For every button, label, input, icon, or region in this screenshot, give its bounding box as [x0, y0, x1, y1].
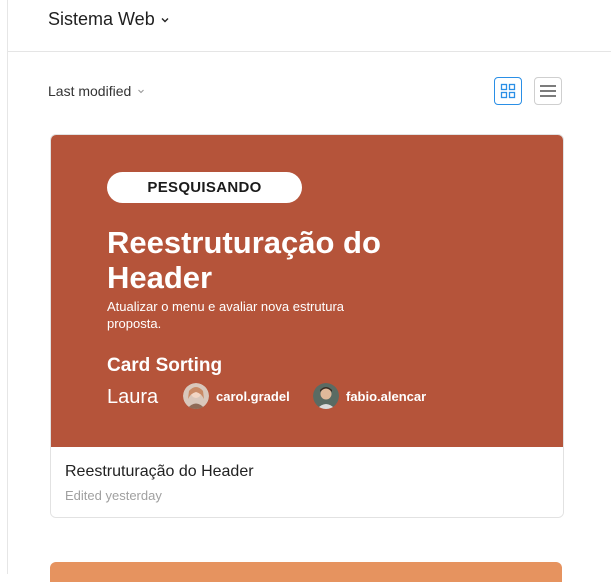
cover-description: Atualizar o menu e avaliar nova estrutur… — [107, 299, 345, 331]
research-method: Card Sorting — [107, 355, 223, 376]
member-name: fabio.alencar — [346, 388, 427, 404]
project-name: Sistema Web — [48, 9, 155, 29]
left-rail — [0, 0, 8, 574]
avatar — [183, 383, 209, 409]
grid-view-button[interactable] — [494, 77, 522, 105]
member-carol: carol.gradel — [183, 383, 290, 409]
card-meta: Reestruturação do Header Edited yesterda… — [51, 447, 563, 517]
owner-name: Laura — [107, 386, 159, 408]
project-card[interactable] — [50, 562, 562, 582]
edited-timestamp: Edited yesterday — [65, 488, 162, 503]
chevron-down-icon — [138, 89, 145, 94]
top-bar: Sistema Web — [8, 0, 611, 52]
project-switcher[interactable]: Sistema Web — [48, 9, 169, 30]
project-card[interactable]: PESQUISANDO Reestruturação do Header Atu… — [50, 134, 564, 518]
list-icon — [540, 85, 556, 97]
sort-dropdown[interactable]: Last modified — [48, 83, 145, 99]
card-cover: PESQUISANDO Reestruturação do Header Atu… — [51, 135, 563, 447]
list-view-button[interactable] — [534, 77, 562, 105]
avatar — [313, 383, 339, 409]
toolbar: Last modified — [48, 76, 564, 108]
sort-label: Last modified — [48, 83, 132, 99]
cover-title: Reestruturação do Header — [107, 225, 381, 295]
member-fabio: fabio.alencar — [313, 383, 426, 409]
chevron-down-icon — [161, 17, 169, 22]
member-name: carol.gradel — [216, 388, 290, 404]
grid-icon — [500, 83, 516, 99]
status-badge: PESQUISANDO — [107, 172, 302, 203]
card-title: Reestruturação do Header — [65, 463, 254, 480]
